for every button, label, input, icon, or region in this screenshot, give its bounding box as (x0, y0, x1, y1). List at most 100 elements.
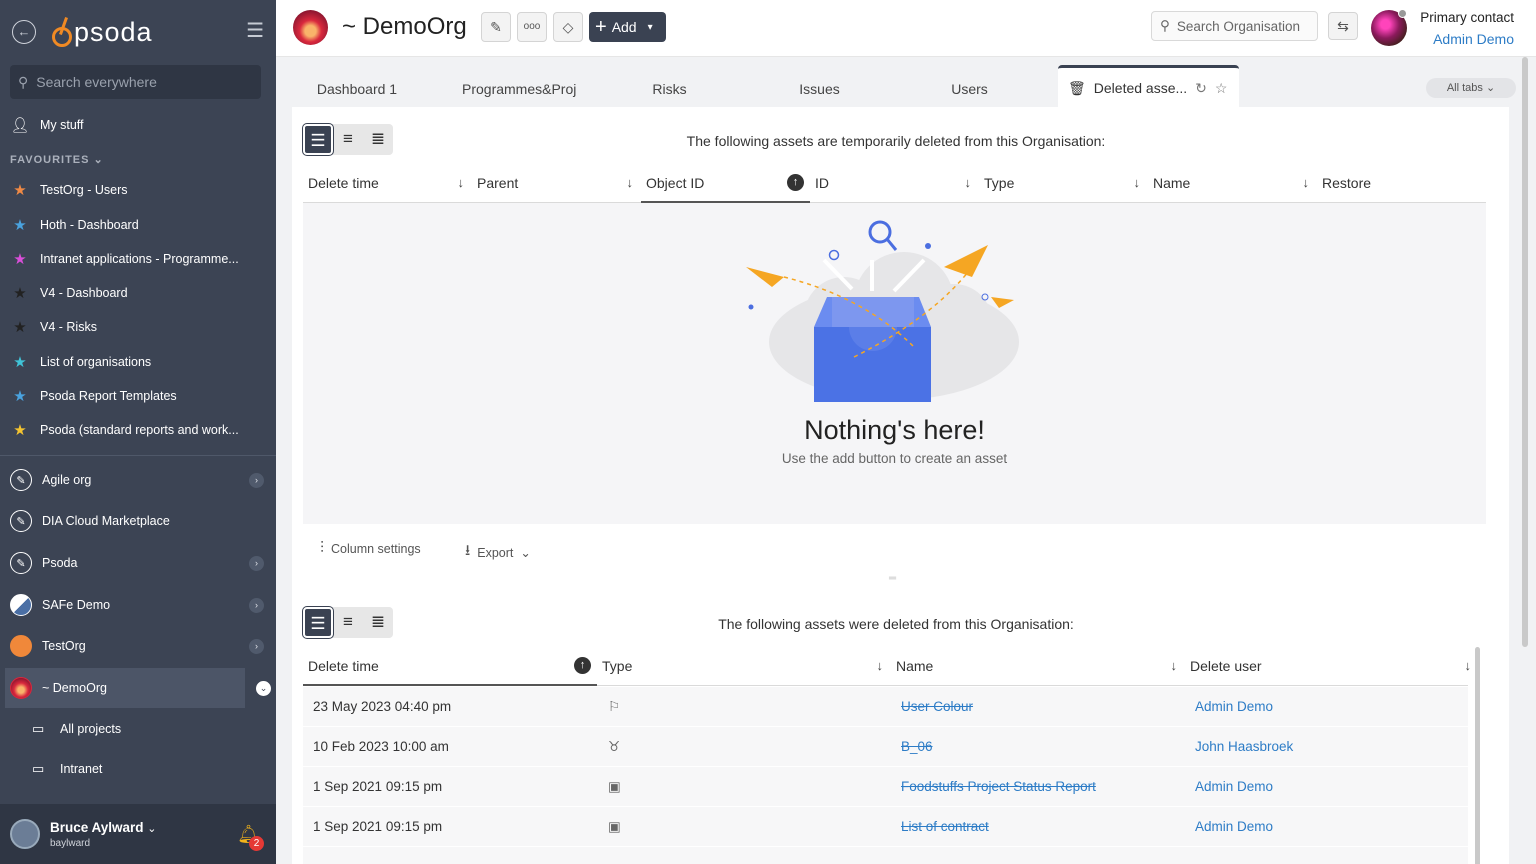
chevron-right-icon[interactable]: › (249, 556, 264, 571)
tab-users[interactable]: Users (907, 65, 1032, 107)
plus-icon: + (595, 16, 607, 38)
temp-deleted-caption: The following assets are temporarily del… (686, 133, 1106, 149)
export-button[interactable]: ⭳ Export ⌄ (465, 540, 531, 565)
org-item-testorg[interactable]: TestOrg › (0, 626, 276, 666)
tab-risks[interactable]: Risks (607, 65, 732, 107)
cell-user-link[interactable]: John Haasbroek (1195, 727, 1293, 767)
org-avatar (10, 677, 32, 699)
col-object-id[interactable]: Object ID ↑ (641, 163, 810, 203)
primary-contact-link[interactable]: Admin Demo (1433, 31, 1514, 47)
tab-programmes[interactable]: Programmes&Proj (452, 65, 582, 107)
sidebar-item-label: My stuff (40, 118, 84, 132)
star-icon: ★ (13, 319, 27, 336)
sidebar-item-all-projects[interactable]: ▭ All projects (0, 714, 276, 744)
star-icon: ★ (13, 354, 27, 371)
badge-icon: ♉︎ (608, 739, 621, 754)
search-icon: ⚲ (18, 73, 29, 90)
cell-name-link[interactable]: List of contract (901, 807, 989, 847)
sidebar-item-intranet[interactable]: ▭ Intranet (0, 754, 276, 784)
org-item-safe-demo[interactable]: SAFe Demo › (0, 585, 276, 625)
col-id[interactable]: ID ↓ (810, 163, 979, 203)
refresh-icon[interactable]: ↻ (1195, 68, 1207, 107)
chevron-right-icon[interactable]: › (249, 598, 264, 613)
favourite-item[interactable]: ★ Intranet applications - Programme... (0, 244, 276, 274)
favourite-label: V4 - Dashboard (40, 286, 128, 300)
tab-bar: Dashboard 1 Programmes&Proj Risks Issues… (292, 65, 1509, 107)
chevron-down-icon[interactable]: ⌄ (256, 681, 271, 696)
sort-arrow-icon: ↓ (1464, 658, 1472, 673)
psoda-logo[interactable]: psoda (50, 14, 153, 50)
chevron-right-icon[interactable]: › (249, 473, 264, 488)
org-item-dia-cloud[interactable]: ✎ DIA Cloud Marketplace (0, 501, 276, 541)
favourite-item[interactable]: ★ V4 - Risks (0, 312, 276, 342)
chevron-down-icon: ⌄ (147, 822, 157, 835)
sort-ascending-icon: ↑ (574, 657, 591, 674)
resize-handle-icon[interactable]: ═ (889, 573, 896, 584)
tab-deleted-assets[interactable]: 🗑︎ Deleted asse... ↻ ☆ (1058, 65, 1239, 107)
cell-name-link[interactable]: User Colour (901, 687, 973, 727)
sort-arrow-icon: ↓ (626, 175, 634, 190)
search-placeholder: Search Organisation (1176, 18, 1300, 34)
cell-user-link[interactable]: Admin Demo (1195, 767, 1273, 807)
add-button[interactable]: + Add ▾ (589, 12, 666, 42)
edit-pencil-icon[interactable]: ✎ (481, 12, 511, 42)
cell-user-link[interactable]: Admin Demo (1195, 687, 1273, 727)
compass-icon: ✎ (10, 552, 32, 574)
col-name[interactable]: Name ↓ (1148, 163, 1317, 203)
col-delete-user[interactable]: Delete user ↓ (1185, 646, 1479, 686)
sort-arrow-icon: ↓ (457, 175, 465, 190)
col-type[interactable]: Type ↓ (597, 646, 891, 686)
switch-view-icon[interactable]: ⇆ (1328, 12, 1358, 40)
table-row: 1 Sep 2021 09:15 pm ▣ List of contract A… (303, 807, 1468, 847)
cell-user-link[interactable]: Admin Demo (1195, 807, 1273, 847)
org-item-demoorg[interactable]: ~ DemoOrg ⌄ (5, 668, 271, 708)
tag-icon[interactable]: ◇ (553, 12, 583, 42)
sidebar-header: ← psoda ☰ (12, 14, 264, 50)
favourite-item[interactable]: ★ V4 - Dashboard (0, 278, 276, 308)
col-delete-time[interactable]: Delete time ↑ (303, 646, 597, 686)
report-icon: ▣ (608, 779, 621, 794)
col-type[interactable]: Type ↓ (979, 163, 1148, 203)
org-item-psoda[interactable]: ✎ Psoda › (0, 543, 276, 583)
column-settings-button[interactable]: ⫶ Column settings (320, 540, 421, 558)
search-placeholder: Search everywhere (36, 74, 157, 90)
tab-issues[interactable]: Issues (757, 65, 882, 107)
collapse-sidebar-icon[interactable]: ☰ (246, 20, 264, 42)
favourite-item[interactable]: ★ TestOrg - Users (0, 175, 276, 205)
col-name[interactable]: Name ↓ (891, 646, 1185, 686)
org-label: ~ DemoOrg (42, 681, 107, 695)
cell-name-link[interactable]: B_06 (901, 727, 933, 767)
organisation-search-input[interactable]: ⚲ Search Organisation (1151, 11, 1318, 41)
col-delete-time[interactable]: Delete time ↓ (303, 163, 472, 203)
star-icon: ★ (13, 285, 27, 302)
favourite-item[interactable]: ★ Psoda Report Templates (0, 381, 276, 411)
sidebar: ← psoda ☰ ⚲ Search everywhere 👤︎ My stuf… (0, 0, 276, 864)
chevron-right-icon[interactable]: › (249, 639, 264, 654)
back-arrow-icon[interactable]: ← (12, 20, 36, 44)
trash-icon: 🗑︎ (1068, 79, 1086, 96)
col-parent[interactable]: Parent ↓ (472, 163, 641, 203)
more-options-icon[interactable]: ooo (517, 12, 547, 42)
favourite-item[interactable]: ★ List of organisations (0, 347, 276, 377)
star-outline-icon[interactable]: ☆ (1215, 68, 1228, 107)
sort-arrow-icon: ↓ (1302, 175, 1310, 190)
deleted-table-header: Delete time ↑ Type ↓ Name ↓ Delete user ↓ (303, 646, 1471, 686)
org-item-agile-org[interactable]: ✎ Agile org › (0, 460, 276, 500)
favourites-heading[interactable]: FAVOURITES ⌄ (10, 153, 104, 166)
all-tabs-dropdown[interactable]: All tabs ⌄ (1426, 78, 1516, 98)
user-panel[interactable]: Bruce Aylward ⌄ baylward 🔔︎ 2 (0, 804, 276, 864)
sidebar-item-my-stuff[interactable]: 👤︎ My stuff (0, 110, 276, 140)
user-username: baylward (50, 837, 91, 849)
page-scrollbar[interactable] (1522, 57, 1528, 647)
favourite-item[interactable]: ★ Hoth - Dashboard (0, 210, 276, 240)
favourite-item[interactable]: ★ Psoda (standard reports and work... (0, 415, 276, 445)
cell-delete-time: 1 Sep 2021 09:15 pm (313, 779, 443, 794)
cell-name-link[interactable]: Foodstuffs Project Status Report (901, 767, 1096, 807)
tab-dashboard[interactable]: Dashboard 1 (292, 65, 422, 107)
search-icon: ⚲ (1160, 18, 1170, 33)
sidebar-search-input[interactable]: ⚲ Search everywhere (10, 65, 261, 99)
temp-table-header: Delete time ↓ Parent ↓ Object ID ↑ ID ↓ Type… (303, 163, 1486, 203)
table-scrollbar[interactable] (1475, 647, 1480, 864)
org-label: Psoda (42, 556, 78, 570)
col-restore[interactable]: Restore (1317, 163, 1486, 203)
